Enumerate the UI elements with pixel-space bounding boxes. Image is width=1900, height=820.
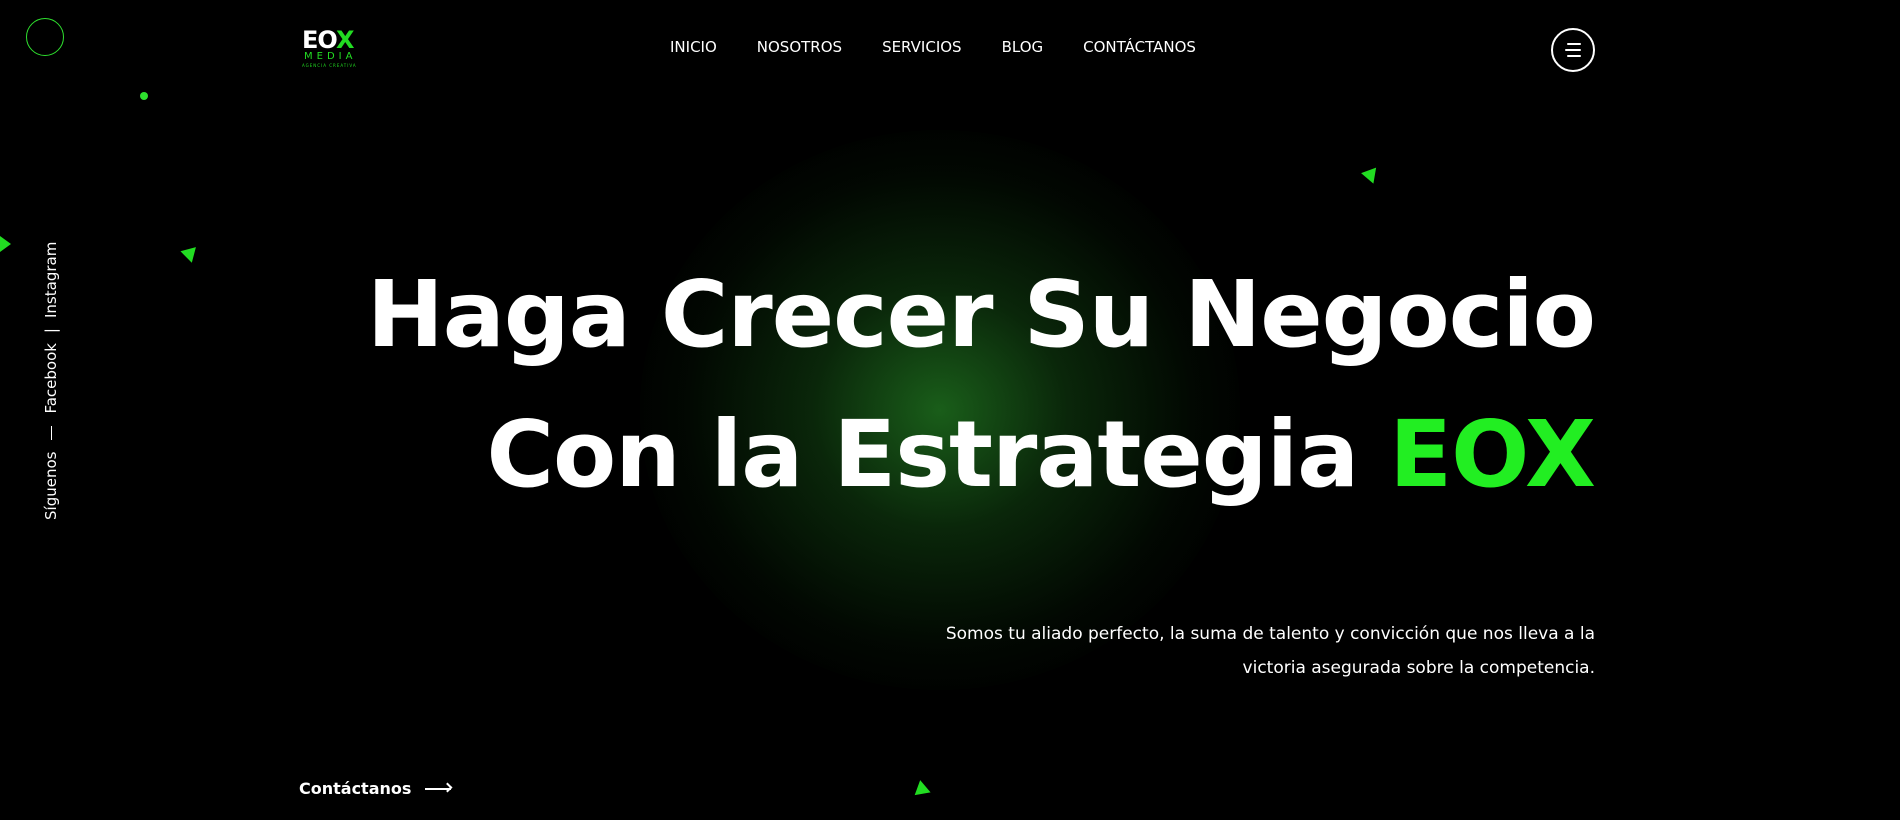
cta-label: Contáctanos bbox=[299, 779, 412, 798]
logo-mark: EOX bbox=[302, 28, 368, 52]
headline-line-2-prefix: Con la Estrategia bbox=[486, 401, 1359, 508]
headline-accent: EOX bbox=[1389, 401, 1596, 508]
hamburger-menu-icon bbox=[1567, 43, 1581, 45]
social-label: Síguenos bbox=[42, 451, 60, 520]
arrow-right-icon bbox=[425, 787, 452, 790]
nav-item-nosotros[interactable]: NOSOTROS bbox=[757, 38, 842, 56]
social-link-instagram[interactable]: Instagram bbox=[42, 242, 60, 318]
cursor-dot bbox=[140, 92, 148, 100]
logo-main-accent: X bbox=[335, 26, 354, 54]
decorative-triangle bbox=[1361, 167, 1381, 187]
nav-item-contactanos[interactable]: CONTÁCTANOS bbox=[1083, 38, 1196, 56]
social-dash bbox=[50, 425, 52, 440]
logo[interactable]: EOX MEDIA AGENCIA CREATIVA bbox=[302, 28, 368, 72]
logo-main-prefix: EO bbox=[302, 26, 337, 54]
nav-item-servicios[interactable]: SERVICIOS bbox=[882, 38, 962, 56]
hamburger-menu-icon-line bbox=[1565, 49, 1581, 51]
logo-tagline: AGENCIA CREATIVA bbox=[302, 63, 357, 68]
social-link-facebook[interactable]: Facebook bbox=[42, 343, 60, 413]
main-nav: INICIO NOSOTROS SERVICIOS BLOG CONTÁCTAN… bbox=[670, 38, 1196, 56]
menu-button[interactable] bbox=[1551, 28, 1595, 72]
contact-cta-link[interactable]: Contáctanos bbox=[299, 779, 452, 798]
page: EOX MEDIA AGENCIA CREATIVA INICIO NOSOTR… bbox=[0, 0, 1900, 820]
headline-line-1: Haga Crecer Su Negocio bbox=[366, 261, 1596, 368]
nav-item-blog[interactable]: BLOG bbox=[1002, 38, 1044, 56]
decorative-triangle bbox=[914, 780, 934, 800]
decorative-triangle bbox=[0, 236, 11, 252]
cursor-ring bbox=[26, 18, 64, 56]
nav-item-inicio[interactable]: INICIO bbox=[670, 38, 717, 56]
logo-sub: MEDIA bbox=[304, 51, 357, 62]
hero-headline: Haga Crecer Su Negocio Con la Estrategia… bbox=[366, 255, 1596, 535]
social-links: Síguenos Facebook | Instagram bbox=[42, 242, 60, 520]
headline-line-2: Con la Estrategia EOX bbox=[367, 375, 1596, 535]
hamburger-menu-icon-line bbox=[1567, 55, 1581, 57]
decorative-triangle bbox=[180, 247, 200, 265]
social-separator: | bbox=[42, 328, 60, 334]
hero-subtext: Somos tu aliado perfecto, la suma de tal… bbox=[945, 624, 1595, 678]
